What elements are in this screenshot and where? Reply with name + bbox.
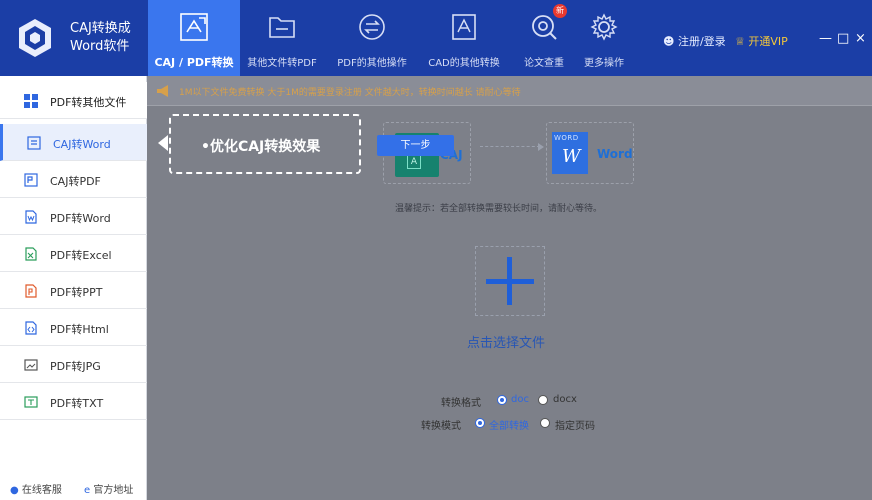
- format-radio-doc[interactable]: [497, 395, 507, 405]
- sidebar-item-pdf-html[interactable]: PDF转Html: [0, 309, 147, 346]
- word-file-icon: WORD W: [552, 132, 588, 174]
- format-radio-docx[interactable]: [538, 395, 548, 405]
- sidebar-item-pdf-to-other[interactable]: PDF转其他文件: [0, 82, 147, 119]
- app-title: CAJ转换成 Word软件: [70, 20, 131, 56]
- swap-arrows-icon: [359, 14, 385, 40]
- sidebar-item-label: PDF转其他文件: [50, 96, 127, 109]
- convert-arrow-icon: [480, 143, 544, 151]
- grid-icon: [24, 94, 38, 108]
- caj-pdf-icon: [24, 173, 38, 187]
- pdf-html-icon: [25, 321, 37, 335]
- sidebar-item-pdf-ppt[interactable]: PDF转PPT: [0, 272, 147, 309]
- sidebar-item-label: PDF转Html: [50, 323, 109, 336]
- sidebar-item-pdf-word[interactable]: PDF转Word: [0, 198, 147, 235]
- next-step-button[interactable]: 下一步: [377, 135, 454, 156]
- sidebar-item-caj-pdf[interactable]: CAJ转PDF: [0, 161, 147, 198]
- tab-more-ops-label: 更多操作: [584, 58, 624, 69]
- tab-caj-pdf-convert[interactable]: CAJ / PDF转换: [148, 0, 240, 76]
- pdf-excel-icon: [25, 247, 37, 261]
- caj-file-icon-letter: A: [407, 155, 421, 169]
- browser-icon: e: [84, 485, 91, 496]
- mode-option-pages[interactable]: 指定页码: [555, 417, 595, 432]
- login-link[interactable]: ☻ 注册/登录: [663, 33, 726, 49]
- format-option-docx[interactable]: docx: [553, 394, 577, 405]
- login-label: 注册/登录: [677, 35, 726, 48]
- app-title-line2: Word软件: [70, 39, 130, 54]
- app-logo-icon: [19, 19, 51, 57]
- word-file-icon-caption: WORD: [554, 134, 579, 142]
- gear-icon: [590, 13, 618, 41]
- vip-label: 开通VIP: [748, 35, 788, 48]
- plus-icon-bar: [486, 279, 534, 284]
- tab-cad-convert[interactable]: CAD的其他转换: [418, 0, 510, 76]
- tab-caj-pdf-convert-label: CAJ / PDF转换: [154, 56, 234, 69]
- online-support-label: 在线客服: [21, 485, 62, 496]
- tab-other-to-pdf-label: 其他文件转PDF: [247, 58, 317, 69]
- minimize-button[interactable]: —: [819, 31, 832, 46]
- folder-icon: [269, 17, 295, 38]
- tab-pdf-other-ops[interactable]: PDF的其他操作: [326, 0, 418, 76]
- tab-cad-convert-label: CAD的其他转换: [428, 58, 500, 69]
- megaphone-icon: [157, 85, 168, 97]
- notice-text: 1M以下文件免费转换 大于1M的需要登录注册 文件越大时，转换时间越长 请耐心等…: [179, 88, 521, 98]
- sidebar-item-label: PDF转PPT: [50, 286, 103, 299]
- tab-other-to-pdf[interactable]: 其他文件转PDF: [236, 0, 328, 76]
- cad-drawing-icon: [452, 14, 476, 40]
- sidebar-item-label: PDF转Excel: [50, 249, 112, 262]
- chat-icon: ●: [10, 485, 19, 496]
- caj-word-icon: [27, 136, 41, 150]
- pdf-jpg-icon: [24, 359, 38, 371]
- format-label: 转换格式: [441, 398, 481, 409]
- sidebar-item-label: PDF转JPG: [50, 360, 101, 373]
- official-website-label: 官方地址: [93, 485, 134, 496]
- top-header: CAJ转换成 Word软件 CAJ / PDF转换 其他文件转PDF PDF的其…: [0, 0, 872, 76]
- search-check-icon: [532, 15, 557, 40]
- guide-tooltip-text: •优化CAJ转换效果: [201, 139, 321, 155]
- pdf-txt-icon: [24, 396, 38, 408]
- sidebar-item-caj-word[interactable]: CAJ转Word: [0, 124, 147, 161]
- word-file-icon-letter: W: [562, 146, 581, 167]
- mode-radio-pages[interactable]: [540, 418, 550, 428]
- notice-bar: 1M以下文件免费转换 大于1M的需要登录注册 文件越大时，转换时间越长 请耐心等…: [147, 76, 872, 106]
- sidebar-item-pdf-excel[interactable]: PDF转Excel: [0, 235, 147, 272]
- online-support-link[interactable]: ● 在线客服: [10, 481, 62, 496]
- pdf-word-icon: [25, 210, 37, 224]
- crown-icon: ♕: [735, 35, 745, 48]
- user-icon: ☻: [663, 35, 675, 48]
- tab-more-ops[interactable]: 更多操作: [558, 0, 650, 76]
- tooltip-pointer: [158, 135, 168, 151]
- sidebar-item-pdf-jpg[interactable]: PDF转JPG: [0, 346, 147, 383]
- target-format-label: Word: [597, 147, 633, 161]
- tab-pdf-other-ops-label: PDF的其他操作: [337, 58, 407, 69]
- sidebar-item-label: PDF转TXT: [50, 397, 104, 410]
- caj-pdf-convert-icon: [180, 13, 208, 41]
- official-website-link[interactable]: e 官方地址: [84, 481, 133, 496]
- pdf-ppt-icon: [25, 284, 37, 298]
- mode-option-all[interactable]: 全部转换: [489, 417, 529, 432]
- sidebar-item-label: CAJ转Word: [53, 138, 111, 151]
- app-title-line1: CAJ转换成: [70, 21, 131, 36]
- format-option-doc[interactable]: doc: [511, 394, 529, 405]
- vip-link[interactable]: ♕ 开通VIP: [735, 33, 788, 49]
- sidebar-item-label: PDF转Word: [50, 212, 111, 225]
- tip-message: 温馨提示：若全部转换需要较长时间，请耐心等待。: [395, 204, 603, 214]
- sidebar-item-pdf-txt[interactable]: PDF转TXT: [0, 383, 147, 420]
- sidebar-item-label: CAJ转PDF: [50, 175, 101, 188]
- maximize-button[interactable]: □: [837, 31, 849, 46]
- select-file-label[interactable]: 点击选择文件: [467, 332, 545, 351]
- mode-radio-all[interactable]: [475, 418, 485, 428]
- close-button[interactable]: ×: [855, 31, 866, 46]
- mode-label: 转换模式: [421, 421, 461, 432]
